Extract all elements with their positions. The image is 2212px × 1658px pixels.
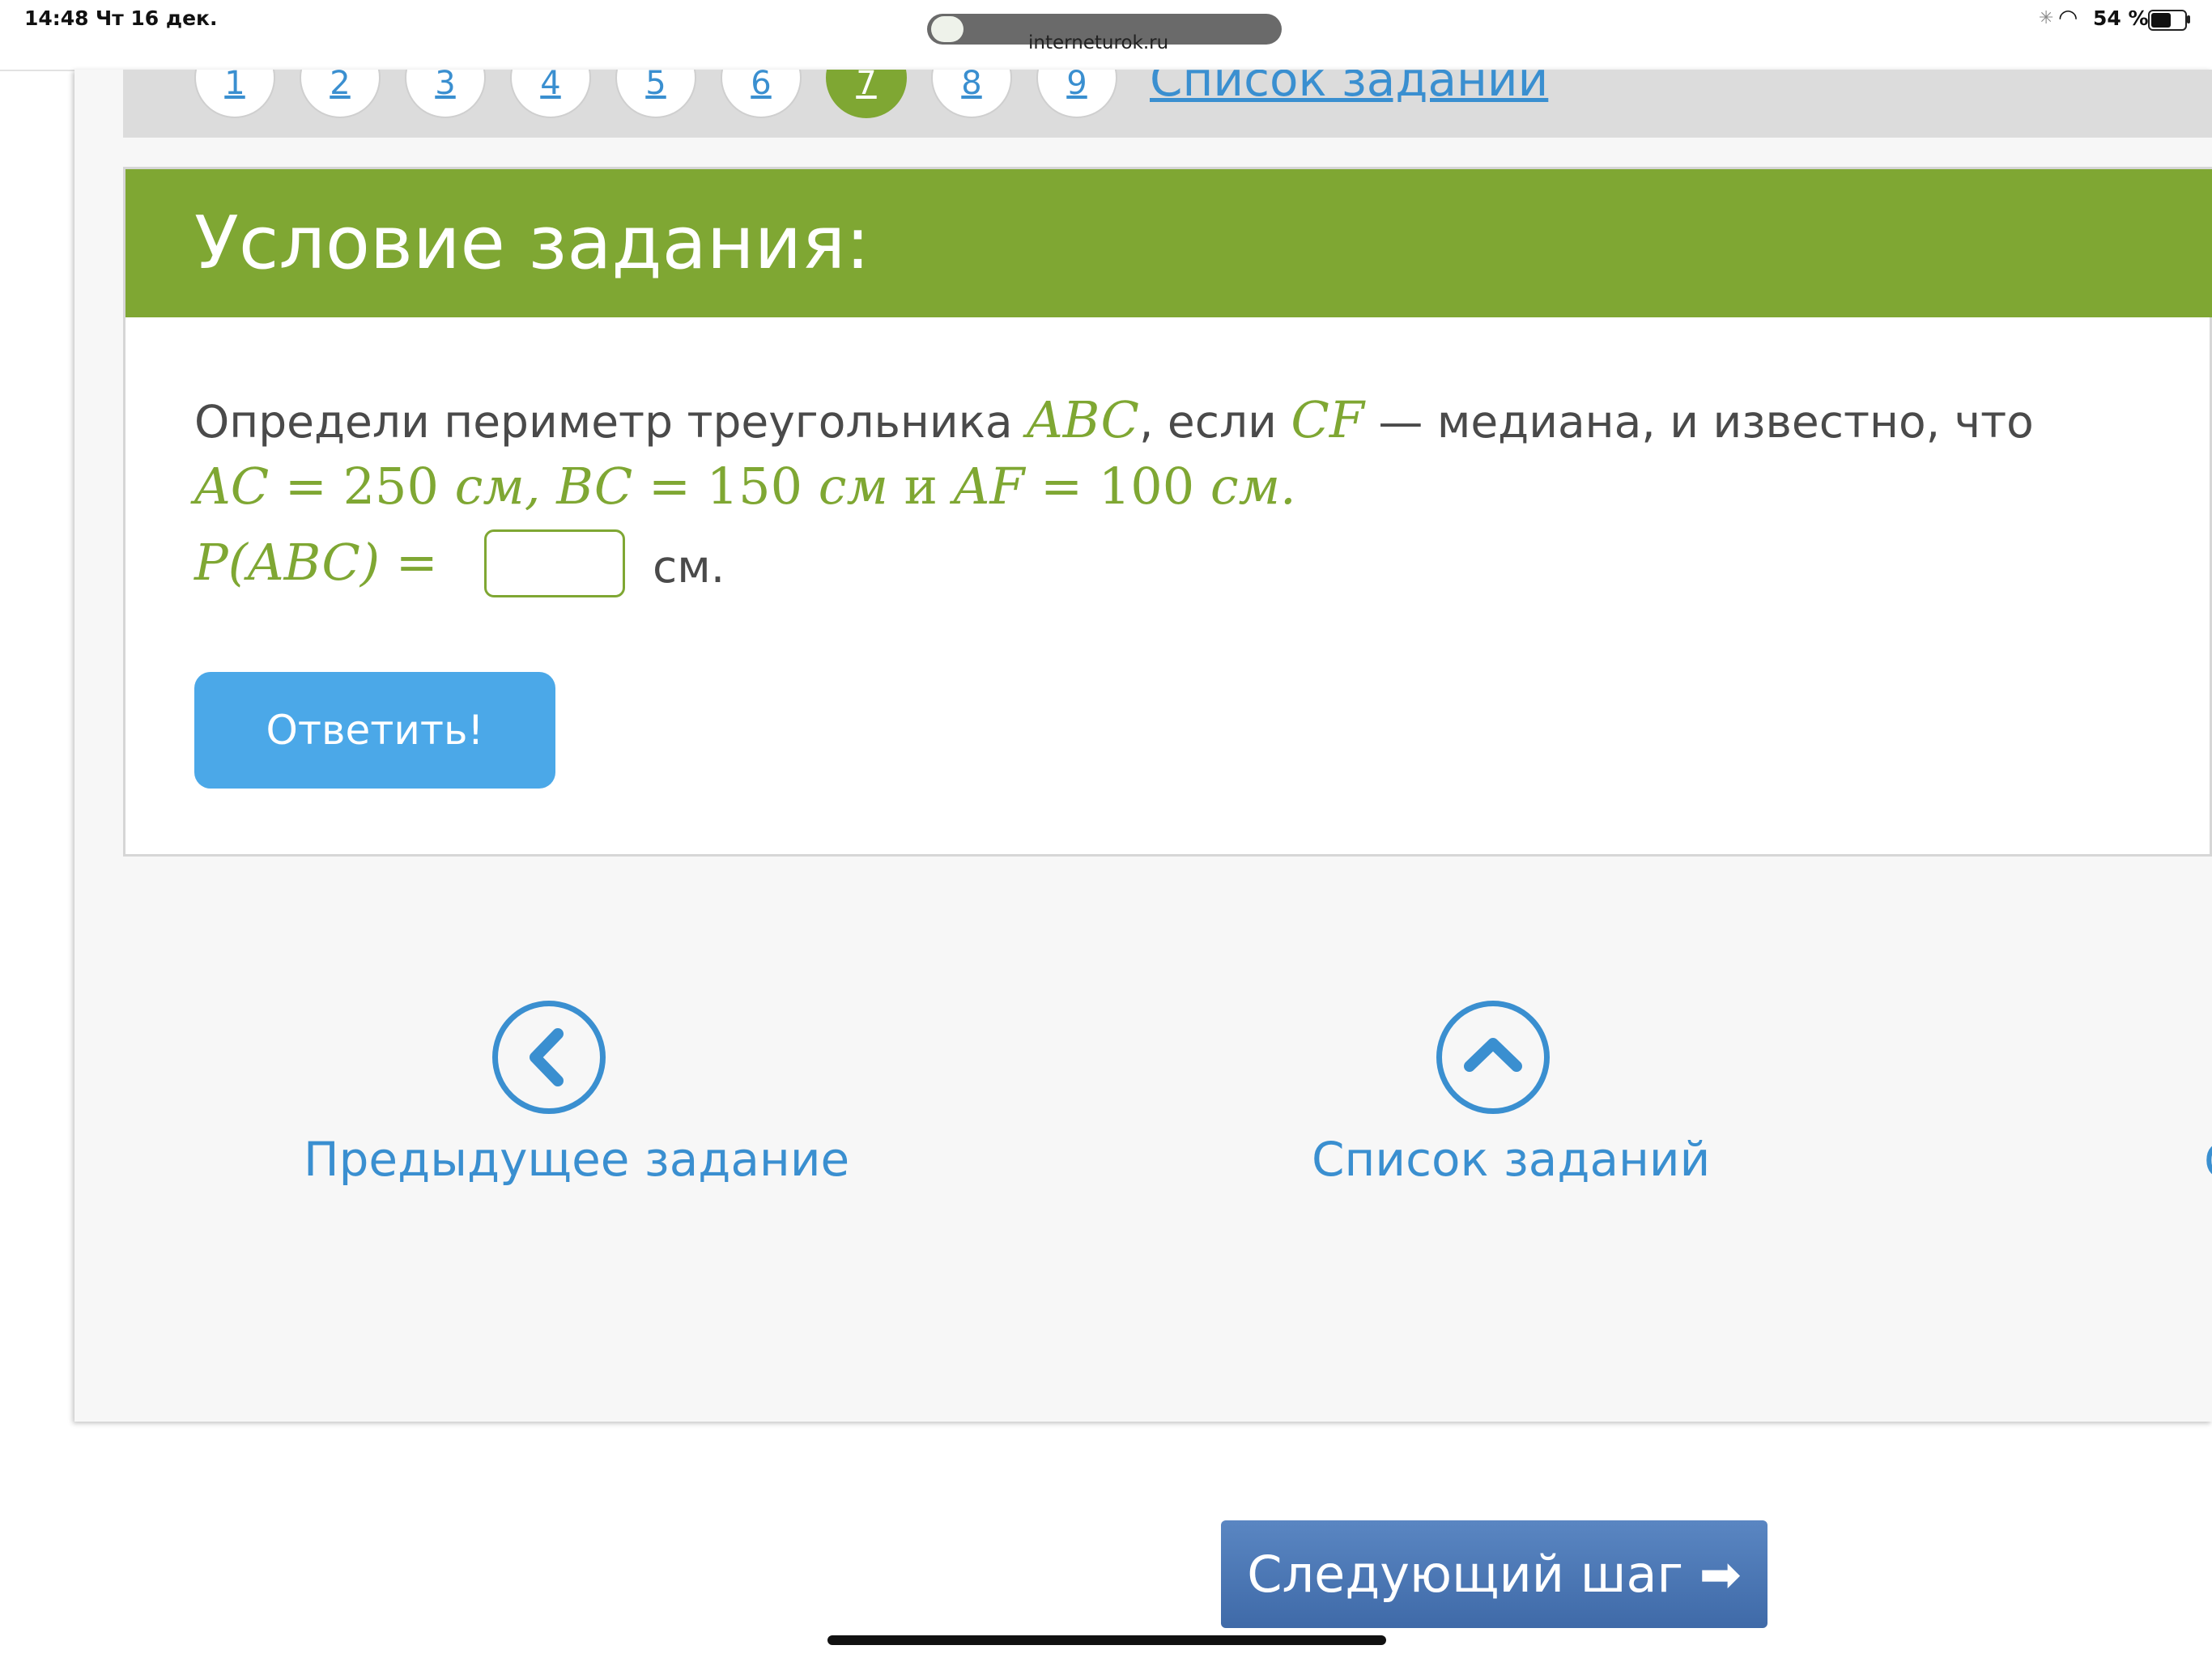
math-and: и: [887, 457, 954, 516]
task-text: Определи периметр треугольника: [194, 396, 1027, 448]
pager-item-2[interactable]: 2: [300, 70, 381, 118]
task-pager: 1 2 3 4 5 6 7 8 9 Список заданий: [123, 70, 2212, 138]
math-ac-value: = 250: [269, 457, 455, 516]
status-date: Чт 16 дек.: [96, 6, 218, 30]
pager-item-5[interactable]: 5: [615, 70, 696, 118]
math-cf: CF: [1291, 390, 1364, 449]
pager-item-6[interactable]: 6: [721, 70, 802, 118]
wifi-icon: ◠: [2058, 4, 2078, 31]
pager-item-8[interactable]: 8: [931, 70, 1012, 118]
task-list-label[interactable]: Список заданий: [1312, 1132, 1710, 1187]
next-task-label-partial[interactable]: С: [2204, 1133, 2212, 1188]
answer-unit: см.: [653, 541, 725, 593]
previous-task-label[interactable]: Предыдущее задание: [304, 1132, 849, 1187]
math-unit: см.: [1210, 457, 1296, 516]
address-bar-url: interneturok.ru: [1028, 32, 1169, 53]
task-text-line-1: Определи периметр треугольника ABC, если…: [194, 390, 2034, 449]
battery-percent: 54 %: [2093, 6, 2149, 30]
chevron-up-icon: [1464, 1038, 1522, 1072]
task-text: , если: [1138, 396, 1291, 448]
math-ac: AC: [194, 457, 270, 516]
math-af-value: = 100: [1024, 457, 1210, 516]
status-time: 14:48: [24, 6, 89, 30]
pager-task-list-link[interactable]: Список заданий: [1150, 70, 1548, 107]
math-unit: см,: [454, 457, 557, 516]
pager-item-9[interactable]: 9: [1036, 70, 1117, 118]
pager-item-4[interactable]: 4: [510, 70, 591, 118]
submit-answer-button[interactable]: Ответить!: [194, 672, 555, 789]
address-bar-back-area[interactable]: [931, 16, 963, 42]
perimeter-expression: P(ABC) =: [194, 533, 438, 592]
battery-cap: [2187, 15, 2190, 23]
answer-input[interactable]: [484, 529, 625, 597]
math-unit: см: [818, 457, 888, 516]
math-af: AF: [953, 457, 1025, 516]
loading-icon: ✳: [2039, 8, 2054, 28]
chevron-left-icon: [530, 1028, 564, 1086]
task-title: Условие задания:: [194, 201, 870, 286]
pager-item-3[interactable]: 3: [405, 70, 486, 118]
battery-level: [2151, 13, 2171, 28]
task-text-line-2: AC = 250 см, BC = 150 см и AF = 100 см.: [194, 457, 1296, 516]
pager-item-7-active[interactable]: 7: [826, 70, 907, 118]
task-text: — медиана, и известно, что: [1363, 396, 2034, 448]
math-bc-value: = 150: [632, 457, 819, 516]
math-bc: BC: [556, 457, 633, 516]
next-step-button[interactable]: Следующий шаг ➡: [1221, 1520, 1767, 1628]
home-indicator: [827, 1635, 1386, 1645]
math-abc: ABC: [1027, 390, 1139, 449]
task-list-button[interactable]: [1436, 1001, 1550, 1114]
pager-item-1[interactable]: 1: [194, 70, 275, 118]
previous-task-button[interactable]: [492, 1001, 606, 1114]
